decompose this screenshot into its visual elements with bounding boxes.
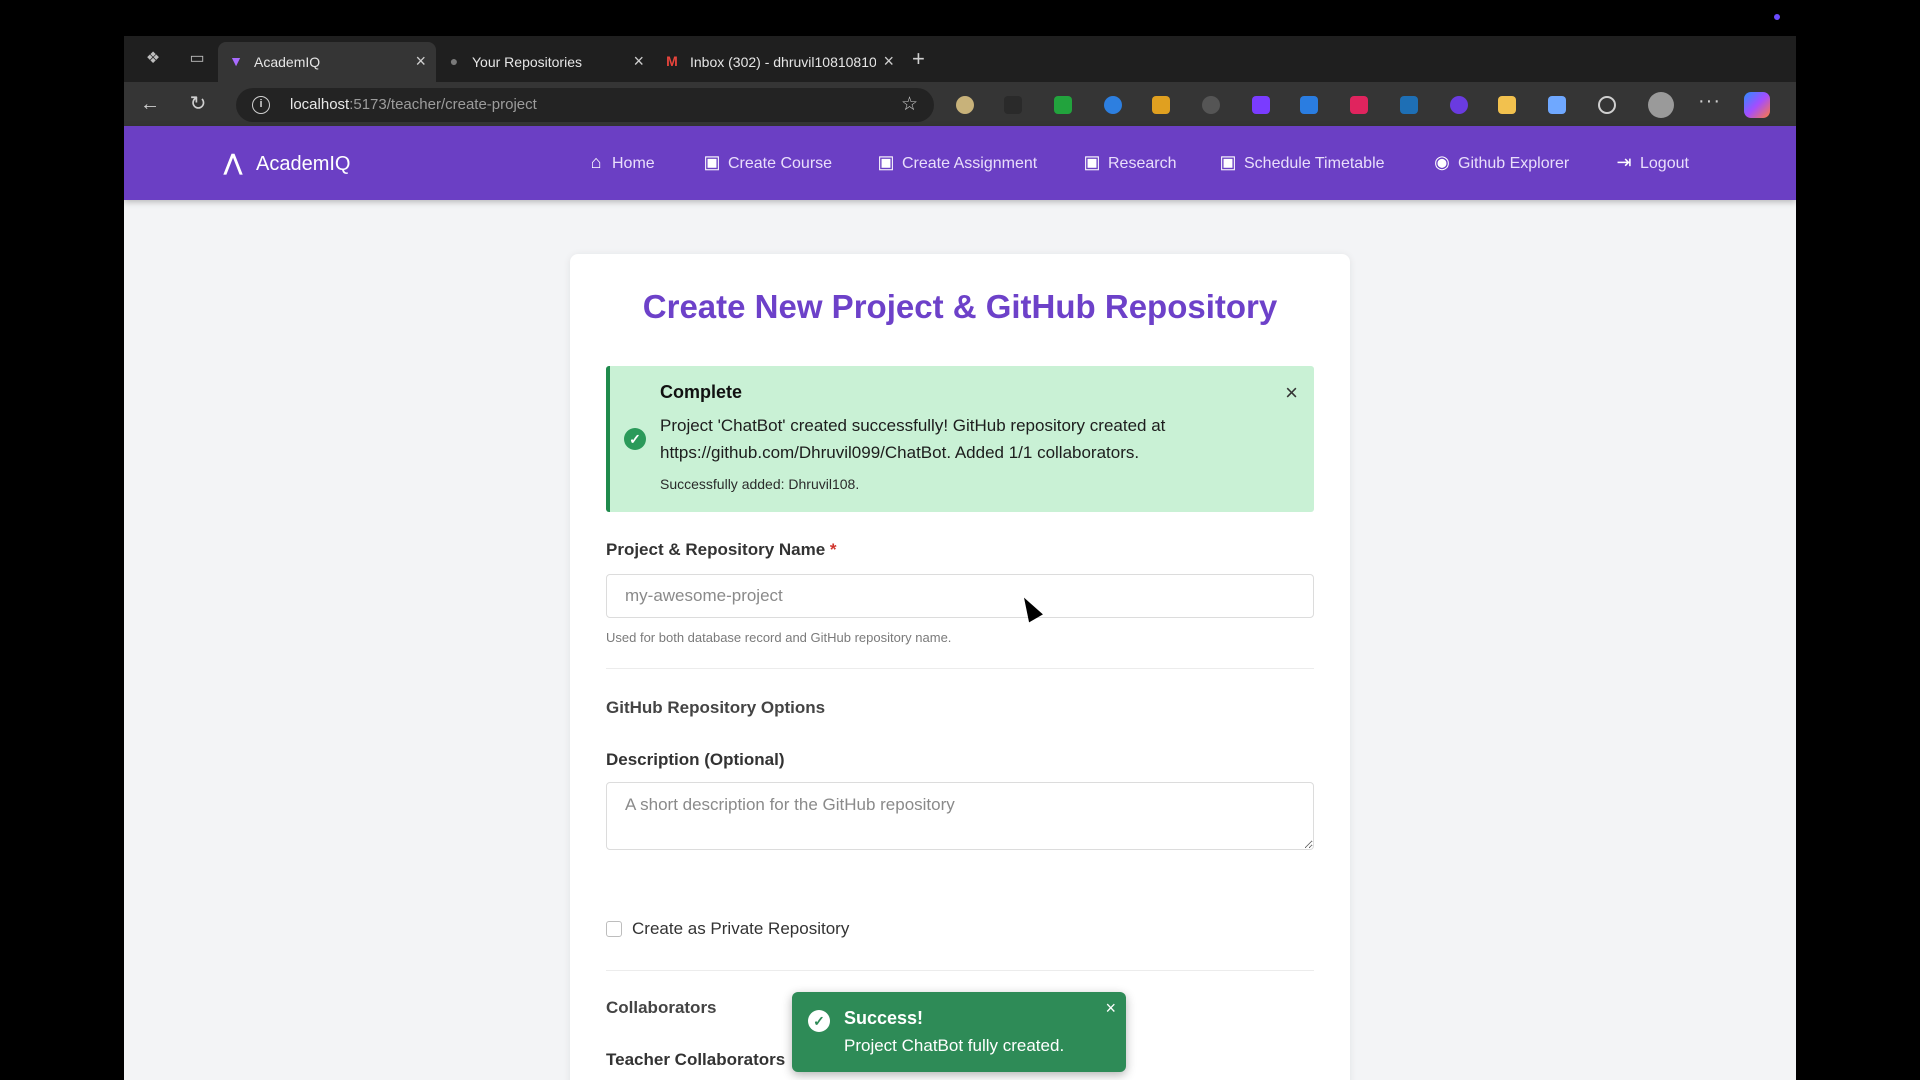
brand-logo-icon: ⋀ <box>224 150 243 175</box>
logout-icon: ⇥ <box>1616 152 1632 172</box>
create-project-card: Create New Project & GitHub Repository ✓… <box>570 254 1350 1080</box>
nav-create-course[interactable]: ▣ Create Course <box>700 152 832 173</box>
extension-icon[interactable] <box>1548 96 1566 114</box>
more-menu-icon[interactable]: ··· <box>1698 90 1721 113</box>
notification-dot <box>1774 14 1780 20</box>
new-tab-button[interactable]: + <box>912 46 925 72</box>
extension-icon[interactable] <box>1202 96 1220 114</box>
project-name-input[interactable] <box>606 574 1314 618</box>
brand[interactable]: ⋀ AcademIQ <box>224 150 350 176</box>
description-label: Description (Optional) <box>606 750 785 769</box>
nav-home[interactable]: ⌂ Home <box>584 152 655 173</box>
back-icon[interactable]: ← <box>138 92 162 116</box>
folder-plus-icon: ▣ <box>703 152 721 172</box>
tab-your-repositories[interactable]: ● Your Repositories × <box>436 42 654 82</box>
private-repo-label[interactable]: Create as Private Repository <box>632 919 849 939</box>
site-info-icon[interactable]: i <box>252 96 270 114</box>
tab-bar: ❖ ▭ ▼ AcademIQ × ● Your Repositories × M… <box>124 36 1796 82</box>
folder-plus-icon: ▣ <box>877 152 895 172</box>
description-textarea[interactable] <box>606 782 1314 850</box>
close-tab-icon[interactable]: × <box>883 51 894 72</box>
private-repo-checkbox[interactable] <box>606 921 622 937</box>
tab-academiq[interactable]: ▼ AcademIQ × <box>218 42 436 82</box>
workspaces-icon[interactable]: ❖ <box>142 48 164 70</box>
tab-inbox[interactable]: M Inbox (302) - dhruvil10810810 × <box>654 42 904 82</box>
address-bar[interactable]: i localhost:5173/teacher/create-project … <box>236 88 934 122</box>
check-circle-icon: ✓ <box>624 428 646 450</box>
alert-heading: Complete <box>660 382 743 402</box>
extensions-puzzle-icon[interactable] <box>1598 96 1616 114</box>
gmail-icon: M <box>666 53 678 69</box>
extension-icon[interactable] <box>1400 96 1418 114</box>
reload-icon[interactable]: ↻ <box>186 92 210 116</box>
repo-options-heading: GitHub Repository Options <box>606 698 826 717</box>
extension-icon[interactable] <box>1450 96 1468 114</box>
nav-schedule-timetable[interactable]: ▣ Schedule Timetable <box>1216 152 1384 173</box>
app-navbar: ⋀ AcademIQ ⌂ Home ▣ Create Course ▣ Create A… <box>124 126 1796 200</box>
divider <box>606 668 1314 669</box>
collaborators-heading: Collaborators <box>606 998 717 1017</box>
alert-subtext: Successfully added: Dhruvil108. <box>660 476 860 492</box>
project-name-label: Project & Repository Name * <box>606 540 837 559</box>
extension-icon[interactable] <box>1104 96 1122 114</box>
project-name-hint: Used for both database record and GitHub… <box>606 630 952 645</box>
extension-icon[interactable] <box>1498 96 1516 114</box>
teacher-collaborators-label: Teacher Collaborators <box>606 1050 786 1069</box>
check-circle-icon: ✓ <box>808 1010 830 1032</box>
success-toast: ✓ Success! Project ChatBot fully created… <box>792 992 1126 1072</box>
folder-plus-icon: ▣ <box>1083 152 1101 172</box>
divider <box>606 970 1314 971</box>
bookmark-star-icon[interactable]: ☆ <box>901 93 918 116</box>
nav-create-assignment[interactable]: ▣ Create Assignment <box>874 152 1037 173</box>
toast-heading: Success! <box>844 1008 924 1028</box>
close-icon[interactable]: × <box>1105 998 1116 1019</box>
github-icon: ◉ <box>1434 152 1450 172</box>
download-icon[interactable] <box>1300 96 1318 114</box>
extension-icon[interactable] <box>1004 96 1022 114</box>
success-alert: ✓ Complete Project 'ChatBot' created suc… <box>606 366 1314 512</box>
tab-actions-icon[interactable]: ▭ <box>186 48 208 70</box>
extension-icon[interactable] <box>1152 96 1170 114</box>
extension-icon[interactable] <box>1054 96 1072 114</box>
extension-icon[interactable] <box>956 96 974 114</box>
profile-avatar[interactable] <box>1648 92 1674 118</box>
close-tab-icon[interactable]: × <box>633 51 644 72</box>
extension-icon[interactable] <box>1350 96 1368 114</box>
copilot-icon[interactable] <box>1744 92 1770 118</box>
vite-logo-icon: ▼ <box>229 53 243 69</box>
alert-message: Project 'ChatBot' created successfully! … <box>660 416 1166 462</box>
home-icon: ⌂ <box>590 152 602 172</box>
close-icon[interactable]: × <box>1285 380 1298 406</box>
close-tab-icon[interactable]: × <box>415 51 426 72</box>
extension-icon[interactable] <box>1252 96 1270 114</box>
github-icon: ● <box>449 53 459 69</box>
nav-research[interactable]: ▣ Research <box>1080 152 1176 173</box>
folder-plus-icon: ▣ <box>1219 152 1237 172</box>
page-title: Create New Project & GitHub Repository <box>642 288 1278 325</box>
url-text: localhost:5173/teacher/create-project <box>290 96 537 113</box>
nav-logout[interactable]: ⇥ Logout <box>1612 152 1688 173</box>
toast-message: Project ChatBot fully created. <box>844 1036 1065 1055</box>
nav-github-explorer[interactable]: ◉ Github Explorer <box>1430 152 1569 173</box>
browser-window: ❖ ▭ ▼ AcademIQ × ● Your Repositories × M… <box>124 36 1796 1080</box>
toolbar: ← ↻ i localhost:5173/teacher/create-proj… <box>124 82 1796 126</box>
